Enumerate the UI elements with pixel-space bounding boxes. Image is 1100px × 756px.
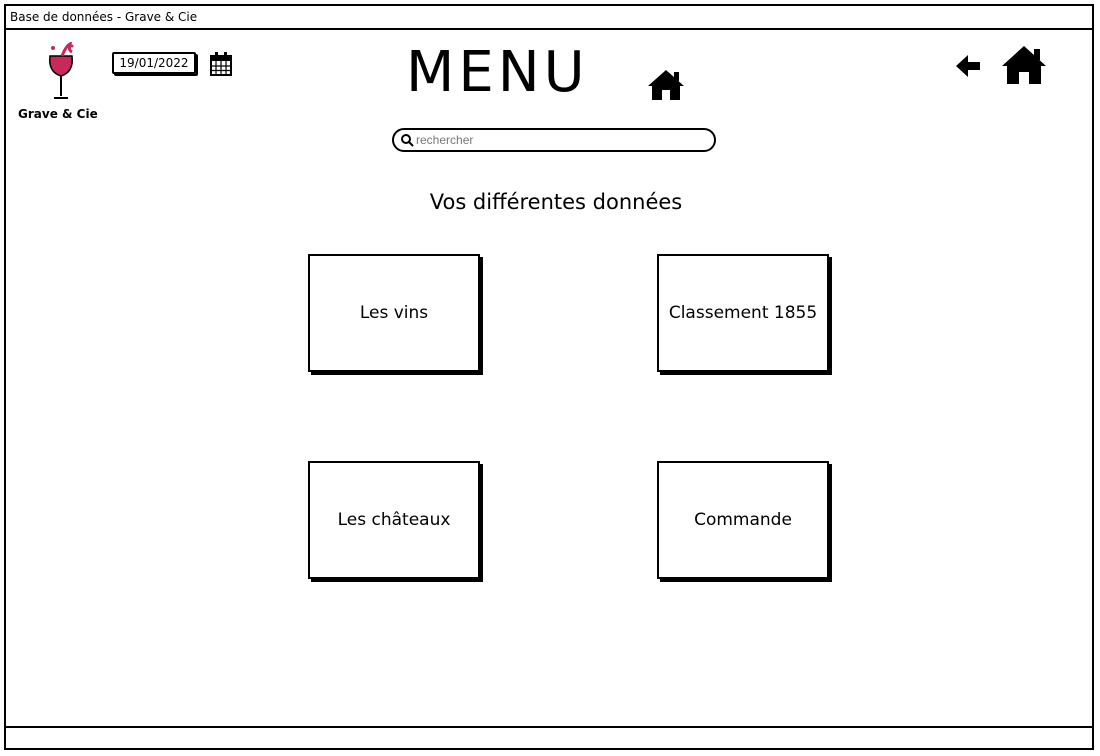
search-input[interactable]	[416, 132, 706, 148]
section-subtitle: Vos différentes données	[429, 190, 683, 214]
home-icon[interactable]	[1000, 44, 1048, 86]
search-icon	[401, 134, 414, 147]
arrow-left-icon[interactable]	[954, 52, 982, 80]
tile-label: Les châteaux	[337, 510, 451, 530]
window-title: Base de données - Grave & Cie	[6, 6, 1092, 30]
home-icon	[648, 70, 684, 100]
tile-les-chateaux[interactable]: Les châteaux	[308, 461, 480, 579]
tile-les-vins[interactable]: Les vins	[308, 254, 480, 372]
status-bar	[6, 726, 1092, 748]
search-bar[interactable]	[392, 128, 716, 152]
tile-label: Les vins	[359, 303, 429, 323]
tile-label: Commande	[694, 510, 792, 530]
brand-name: Grave & Cie	[18, 107, 98, 121]
tile-label: Classement 1855	[668, 303, 818, 323]
date-field[interactable]: 19/01/2022	[112, 52, 196, 74]
tile-classement-1855[interactable]: Classement 1855	[657, 254, 829, 372]
page-title: MENU	[406, 40, 589, 105]
wine-glass-icon	[48, 42, 74, 99]
tile-commande[interactable]: Commande	[657, 461, 829, 579]
app-window: Base de données - Grave & Cie Grave & Ci…	[4, 4, 1094, 750]
calendar-icon[interactable]	[210, 52, 232, 76]
